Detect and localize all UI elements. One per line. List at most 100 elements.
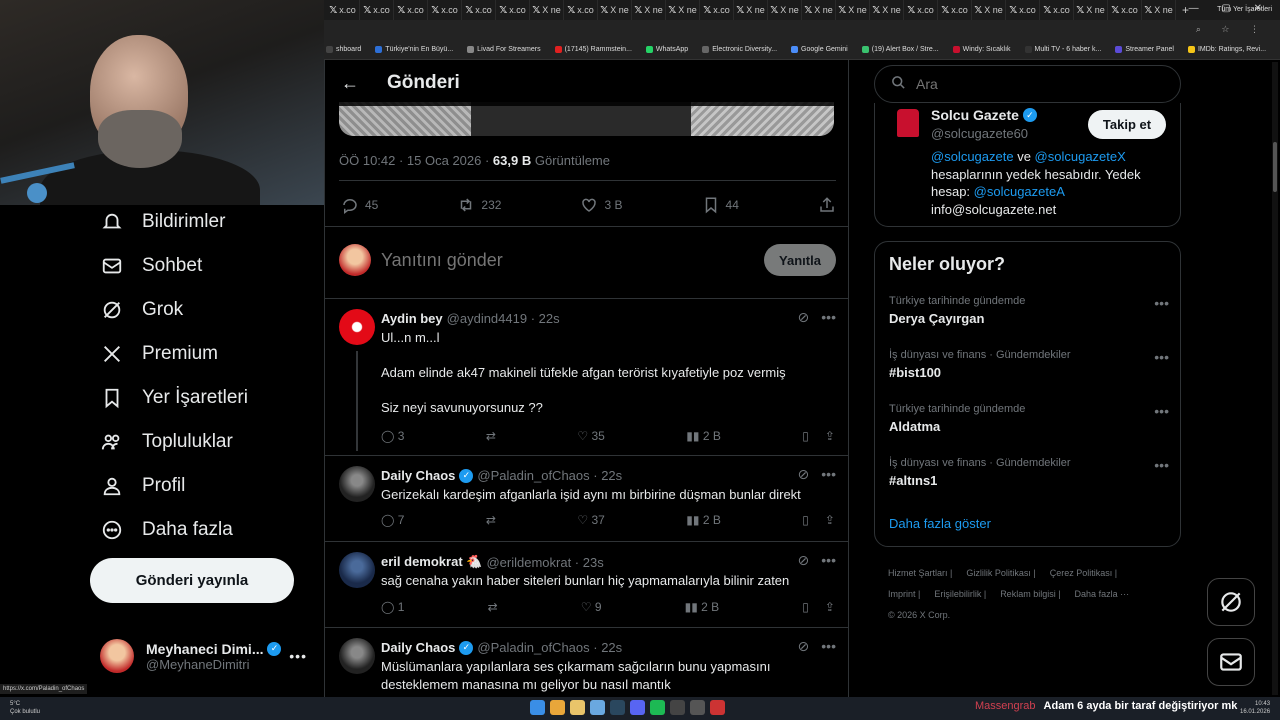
- browser-tab[interactable]: 𝕏X ne: [1142, 0, 1176, 20]
- bookmark-icon[interactable]: ▯: [802, 600, 809, 614]
- tweet-author-handle[interactable]: @erildemokrat · 23s: [486, 555, 603, 570]
- tweet-author-name[interactable]: eril demokrat 🐔: [381, 554, 482, 570]
- more-dots-icon[interactable]: •••: [1154, 295, 1169, 311]
- reply-tweet[interactable]: Daily Chaos ✓ @Paladin_ofChaos · 22s ⊘ ••• …: [325, 628, 848, 700]
- share-icon[interactable]: ⇪: [825, 513, 835, 527]
- app-icon[interactable]: [710, 700, 725, 715]
- browser-tab[interactable]: 𝕏X ne: [972, 0, 1006, 20]
- bookmark-item[interactable]: WhatsApp: [645, 46, 688, 53]
- windows-start-icon[interactable]: [530, 700, 545, 715]
- reply-button[interactable]: Yanıtla: [764, 244, 836, 276]
- bookmark-item[interactable]: Livad For Streamers: [467, 46, 541, 53]
- footer-link[interactable]: Imprint |: [888, 589, 920, 599]
- post-timestamp[interactable]: ÖÖ 10:42 · 15 Oca 2026 ·: [339, 153, 493, 168]
- grok-icon[interactable]: ⊘: [798, 309, 810, 326]
- trend-item[interactable]: İş dünyası ve finans · Gündemdekiler #al…: [889, 457, 1169, 488]
- browser-tab[interactable]: 𝕏X ne: [734, 0, 768, 20]
- like-action[interactable]: ♡ 9: [581, 600, 602, 614]
- browser-tab[interactable]: 𝕏X ne: [632, 0, 666, 20]
- footer-link[interactable]: Daha fazla ···: [1075, 589, 1130, 599]
- share-icon[interactable]: ⇪: [825, 600, 835, 614]
- like-action[interactable]: ♡ 35: [577, 429, 604, 443]
- repost-icon[interactable]: ⇄: [486, 429, 496, 443]
- footer-link[interactable]: Hizmet Şartları |: [888, 568, 952, 578]
- more-dots-icon[interactable]: •••: [821, 638, 836, 655]
- grok-icon[interactable]: ⊘: [798, 466, 810, 483]
- more-dots-icon[interactable]: •••: [1154, 349, 1169, 365]
- search-box[interactable]: [874, 65, 1181, 103]
- search-input[interactable]: [916, 76, 1097, 92]
- reply-action[interactable]: ◯ 1: [381, 600, 404, 614]
- reply-tweet[interactable]: Daily Chaos ✓ @Paladin_ofChaos · 22s ⊘ ••• …: [325, 456, 848, 542]
- browser-tab[interactable]: 𝕏x.co: [462, 0, 496, 20]
- nav-item-notifications[interactable]: Bildirimler: [100, 210, 225, 234]
- show-more-link[interactable]: Daha fazla göster: [889, 516, 991, 531]
- tweet-author-handle[interactable]: @Paladin_ofChaos · 22s: [477, 468, 622, 483]
- footer-link[interactable]: Erişilebilirlik |: [934, 589, 986, 599]
- discord-icon[interactable]: [630, 700, 645, 715]
- post-button[interactable]: Gönderi yayınla: [90, 558, 294, 603]
- reply-action[interactable]: ◯ 7: [381, 513, 404, 527]
- share-icon[interactable]: ⇪: [825, 429, 835, 443]
- profile-name[interactable]: Solcu Gazete: [931, 107, 1019, 123]
- tweet-author-handle[interactable]: @Paladin_ofChaos · 22s: [477, 640, 622, 655]
- bookmark-action[interactable]: 44: [702, 196, 739, 214]
- browser-tab[interactable]: 𝕏x.co: [904, 0, 938, 20]
- bookmark-item[interactable]: Türkiye'nin En Büyü...: [375, 46, 453, 53]
- media-image[interactable]: [691, 102, 834, 136]
- browser-tab[interactable]: 𝕏x.co: [700, 0, 734, 20]
- views-action[interactable]: ▮▮ 2 B: [686, 429, 721, 443]
- bookmark-item[interactable]: Streamer Panel: [1115, 46, 1174, 53]
- more-dots-icon[interactable]: •••: [821, 309, 836, 326]
- bookmark-item[interactable]: Multi TV - 6 haber k...: [1024, 46, 1101, 53]
- views-action[interactable]: ▮▮ 2 B: [686, 513, 721, 527]
- mention-link[interactable]: @solcugazeteA: [974, 184, 1065, 199]
- browser-tab[interactable]: 𝕏x.co: [360, 0, 394, 20]
- trend-item[interactable]: Türkiye tarihinde gündemde Derya Çayırga…: [889, 295, 1169, 326]
- app-icon[interactable]: [690, 700, 705, 715]
- reply-input[interactable]: [381, 249, 764, 271]
- mention-link[interactable]: @solcugazete: [931, 149, 1014, 164]
- share-action[interactable]: [818, 196, 836, 214]
- footer-link[interactable]: Çerez Politikası |: [1050, 568, 1117, 578]
- browser-tab[interactable]: 𝕏X ne: [1074, 0, 1108, 20]
- browser-tab[interactable]: 𝕏X ne: [802, 0, 836, 20]
- back-arrow-icon[interactable]: ←: [341, 73, 361, 94]
- solcu-gazete-logo-icon[interactable]: [897, 109, 919, 137]
- views-action[interactable]: ▮▮ 2 B: [685, 600, 720, 614]
- browser-tab[interactable]: 𝕏X ne: [870, 0, 904, 20]
- reply-tweet[interactable]: eril demokrat 🐔 @erildemokrat · 23s ⊘ ••• …: [325, 542, 848, 628]
- bookmark-item[interactable]: Google Gemini: [791, 46, 848, 53]
- repost-icon[interactable]: ⇄: [486, 513, 496, 527]
- tweet-author-name[interactable]: Aydin bey: [381, 311, 443, 326]
- avatar[interactable]: [339, 309, 375, 345]
- chrome-icon[interactable]: [550, 700, 565, 715]
- media-image[interactable]: [339, 102, 471, 136]
- browser-tab[interactable]: 𝕏X ne: [768, 0, 802, 20]
- avatar[interactable]: [339, 638, 375, 674]
- tweet-author-name[interactable]: Daily Chaos: [381, 468, 455, 483]
- browser-tab[interactable]: 𝕏X ne: [598, 0, 632, 20]
- like-action[interactable]: ♡ 37: [577, 513, 604, 527]
- app-icon[interactable]: [670, 700, 685, 715]
- reply-tweet[interactable]: Aydin bey @aydind4419 · 22s ⊘ ••• Ul...n m…: [325, 299, 848, 456]
- avatar[interactable]: [339, 466, 375, 502]
- bookmark-icon[interactable]: ▯: [802, 513, 809, 527]
- avatar[interactable]: [339, 552, 375, 588]
- browser-tab[interactable]: 𝕏x.co: [326, 0, 360, 20]
- browser-toolbar-icons[interactable]: ⌕ ☆ ⋮: [1196, 24, 1268, 35]
- browser-tab[interactable]: 𝕏X ne: [836, 0, 870, 20]
- browser-tab[interactable]: 𝕏x.co: [428, 0, 462, 20]
- scrollbar-thumb[interactable]: [1273, 142, 1277, 192]
- repost-icon[interactable]: ⇄: [488, 600, 498, 614]
- mention-link[interactable]: @solcugazeteX: [1035, 149, 1126, 164]
- bookmark-icon[interactable]: ▯: [802, 429, 809, 443]
- footer-link[interactable]: Gizlilik Politikası |: [966, 568, 1035, 578]
- nav-item-chat[interactable]: Sohbet: [100, 254, 202, 278]
- bookmark-item[interactable]: (19) Alert Box / Stre...: [861, 46, 939, 53]
- tweet-author-name[interactable]: Daily Chaos: [381, 640, 455, 655]
- trend-item[interactable]: İş dünyası ve finans · Gündemdekiler #bi…: [889, 349, 1169, 380]
- trend-item[interactable]: Türkiye tarihinde gündemde Aldatma •••: [889, 403, 1169, 434]
- account-switcher[interactable]: Meyhaneci Dimi... ✓ @MeyhaneDimitri •••: [100, 636, 315, 676]
- browser-tab[interactable]: 𝕏x.co: [1108, 0, 1142, 20]
